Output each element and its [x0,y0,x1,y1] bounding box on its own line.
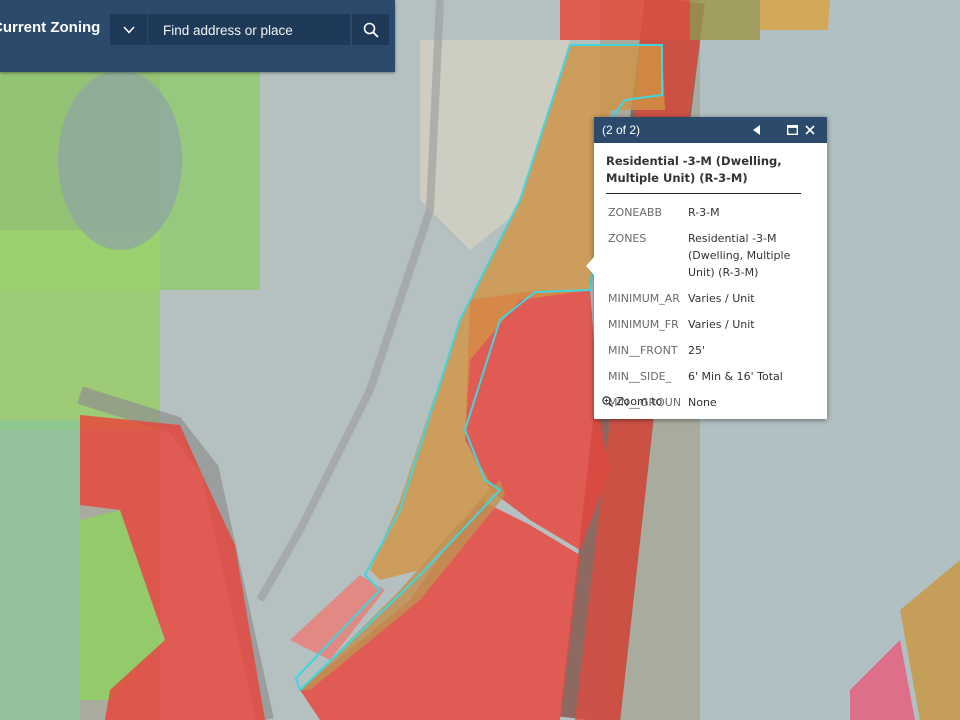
popup-title: Residential -3-M (Dwelling, Multiple Uni… [606,153,801,194]
close-icon [805,125,815,135]
app-title: Current Zoning [0,19,101,36]
zoom-in-icon [602,396,613,407]
header-row: Current Zoning [0,0,395,60]
search-box [148,14,355,47]
search-button[interactable] [352,14,389,45]
popup-pointer [586,257,594,275]
table-row: MINIMUM_AR Varies / Unit [606,286,816,312]
attribute-value: 6' Min & 16' Total [688,370,783,383]
attribute-key: MINIMUM_AR [608,292,680,305]
attribute-value: Varies / Unit [688,292,755,305]
maximize-icon [786,125,798,135]
maximize-button[interactable] [784,122,800,138]
triangle-left-icon [753,125,760,135]
attribute-key: ZONEABB [608,206,662,219]
table-row: MIN__SIDE_ 6' Min & 16' Total [606,364,816,390]
popup-body: Residential -3-M (Dwelling, Multiple Uni… [594,143,827,416]
search-input[interactable] [148,14,355,47]
close-button[interactable] [802,122,818,138]
zoom-to-label: Zoom to [616,395,663,408]
pond [58,70,182,250]
search-icon [363,22,379,38]
attribute-key: ZONES [608,232,647,245]
layer-dropdown-button[interactable] [110,14,147,45]
attribute-value: R-3-M [688,206,720,219]
zone-olive-top [690,0,760,40]
attribute-value: Varies / Unit [688,318,755,331]
table-row: MINIMUM_FR Varies / Unit [606,312,816,338]
app-header: Current Zoning [0,0,395,72]
popup-count: (2 of 2) [602,123,641,137]
attribute-key: MIN__SIDE_ [608,370,672,383]
zone-green-lower [0,420,80,720]
table-row: ZONEABB R-3-M [606,200,816,226]
zone-orange-northeast [760,0,830,30]
table-row: ZONES Residential -3-M (Dwelling, Multipl… [606,226,816,286]
previous-feature-button[interactable] [749,122,765,138]
zone-commercial-top [560,0,690,40]
popup-header: (2 of 2) [594,117,827,143]
chevron-down-icon [122,25,135,34]
attribute-value: 25' [688,344,706,357]
table-row: MIN__FRONT 25' [606,338,816,364]
feature-popup: (2 of 2) Residential -3-M (Dwelling, Mul… [586,117,827,419]
zoom-to-link[interactable]: Zoom to [602,395,662,408]
attribute-value: Residential -3-M (Dwelling, Multiple Uni… [688,232,791,279]
attribute-key: MIN__FRONT [608,344,678,357]
attribute-key: MINIMUM_FR [608,318,679,331]
attribute-value: None [688,396,717,409]
attribute-table: ZONEABB R-3-M ZONES Residential -3-M (Dwel… [606,200,816,416]
